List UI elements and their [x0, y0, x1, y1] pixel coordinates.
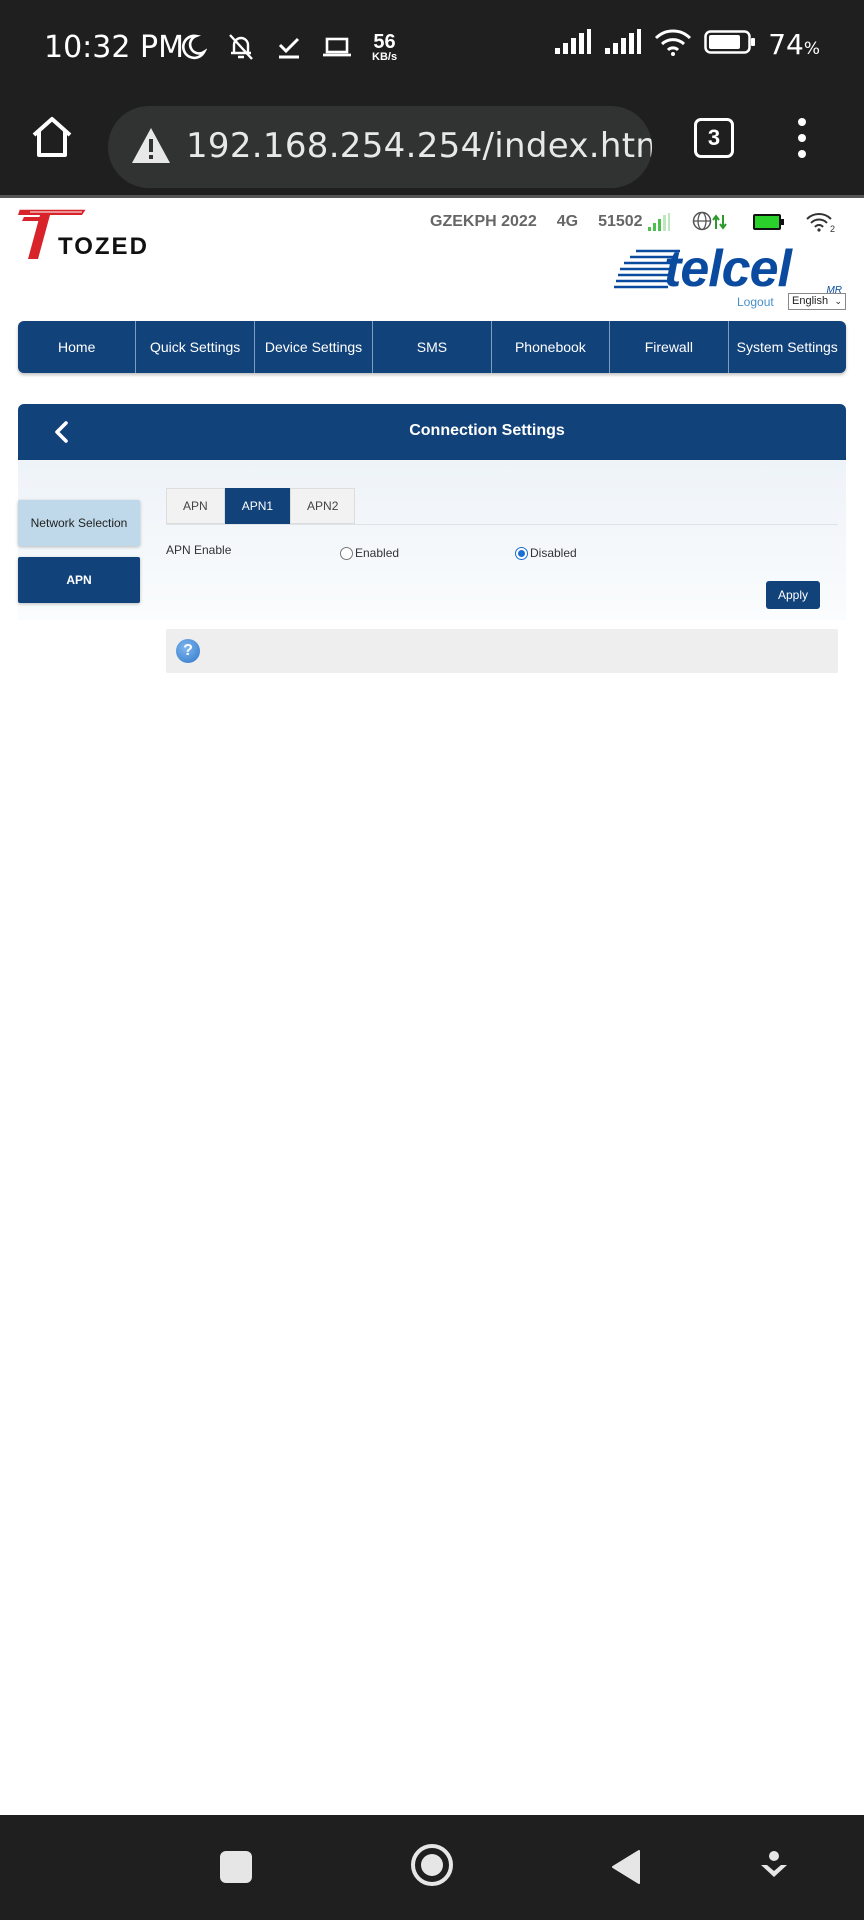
apn-tabs: APN APN1 APN2	[166, 488, 356, 524]
panel-body	[18, 460, 846, 620]
bell-off-icon	[224, 30, 258, 64]
nav-system-settings[interactable]: System Settings	[729, 321, 846, 373]
globe-data-icon	[692, 211, 730, 238]
battery-icon	[704, 29, 756, 60]
radio-enabled[interactable]: Enabled	[340, 546, 399, 560]
system-nav-bar	[0, 1815, 864, 1920]
network-type: 4G	[556, 213, 579, 230]
network-speed: 56 KB/s	[372, 30, 398, 63]
menu-icon[interactable]	[790, 114, 814, 162]
radio-disabled[interactable]: Disabled	[515, 546, 577, 560]
nav-device-settings[interactable]: Device Settings	[255, 321, 374, 373]
moon-icon	[176, 30, 210, 64]
tab-apn2[interactable]: APN2	[290, 488, 356, 524]
warning-icon[interactable]	[130, 126, 172, 166]
laptop-icon	[320, 30, 354, 64]
operator-code: 51502	[598, 213, 643, 230]
square-icon	[220, 1851, 252, 1883]
wifi-icon	[654, 28, 692, 61]
address-bar[interactable]: 192.168.254.254/index.html	[108, 106, 652, 188]
language-value: English	[792, 295, 829, 307]
check-icon	[272, 30, 306, 64]
language-select[interactable]: English ⌄	[788, 293, 846, 310]
radio-enabled-label: Enabled	[355, 546, 400, 560]
device-name: GZEKPH 2022	[430, 213, 537, 230]
chevron-down-icon: ⌄	[834, 296, 842, 306]
telcel-logo: telcel MR	[612, 240, 844, 298]
signal-icon	[554, 29, 592, 60]
status-bar: 10:32 PM 56 KB/s 74%	[0, 0, 864, 96]
url-text[interactable]: 192.168.254.254/index.html	[186, 126, 652, 166]
nav-phonebook[interactable]: Phonebook	[492, 321, 611, 373]
recents-button[interactable]	[216, 1847, 256, 1887]
home-nav-button[interactable]	[410, 1843, 454, 1887]
sidebar-item-network-selection[interactable]: Network Selection	[18, 500, 140, 546]
home-button[interactable]	[28, 113, 76, 161]
page-title: Connection Settings	[409, 422, 565, 439]
keyboard-hide-button[interactable]	[754, 1847, 794, 1887]
status-time: 10:32 PM	[44, 30, 184, 65]
arrow-down-icon	[761, 1851, 787, 1877]
battery-status-icon	[752, 212, 784, 237]
signal-icon	[604, 29, 642, 60]
logout-link[interactable]: Logout	[737, 295, 774, 309]
help-bar: ?	[166, 629, 838, 673]
tozed-logo: TOZED	[16, 205, 176, 261]
web-page: TOZED GZEKPH 2022 4G 51502 2 telcel MR L…	[0, 199, 864, 1815]
tab-switcher-button[interactable]: 3	[694, 118, 734, 158]
nav-home[interactable]: Home	[18, 321, 137, 373]
battery-percent: 74%	[768, 28, 820, 61]
tab-apn1[interactable]: APN1	[224, 488, 291, 524]
circle-home-icon	[411, 1844, 453, 1886]
main-nav: Home Quick Settings Device Settings SMS …	[18, 321, 846, 373]
radio-enabled-button[interactable]	[340, 546, 353, 560]
help-icon[interactable]: ?	[176, 639, 200, 663]
carrier-name: telcel	[664, 240, 792, 298]
browser-toolbar: 192.168.254.254/index.html 3	[0, 96, 864, 198]
nav-quick-settings[interactable]: Quick Settings	[136, 321, 255, 373]
nav-sms[interactable]: SMS	[373, 321, 492, 373]
apn-enable-label: APN Enable	[166, 543, 232, 557]
status-icons-right: 74%	[554, 28, 820, 61]
back-button[interactable]	[606, 1847, 646, 1887]
svg-text:2: 2	[830, 224, 835, 233]
triangle-back-icon	[612, 1850, 640, 1884]
device-info: GZEKPH 2022 4G 51502	[430, 213, 643, 231]
wifi-clients-icon: 2	[806, 211, 836, 238]
radio-disabled-button[interactable]	[515, 546, 528, 560]
apply-button[interactable]: Apply	[766, 581, 820, 609]
sidebar-item-apn[interactable]: APN	[18, 557, 140, 603]
nav-firewall[interactable]: Firewall	[610, 321, 729, 373]
signal-strength-icon	[648, 213, 670, 236]
status-icons-left: 56 KB/s	[176, 30, 397, 64]
home-icon	[32, 117, 72, 157]
panel-header: Connection Settings	[18, 404, 846, 460]
logo-text: TOZED	[58, 233, 149, 260]
tab-divider	[166, 524, 838, 525]
tab-apn[interactable]: APN	[166, 488, 225, 524]
radio-disabled-label: Disabled	[530, 546, 577, 560]
device-status-icons: 2	[648, 211, 836, 238]
